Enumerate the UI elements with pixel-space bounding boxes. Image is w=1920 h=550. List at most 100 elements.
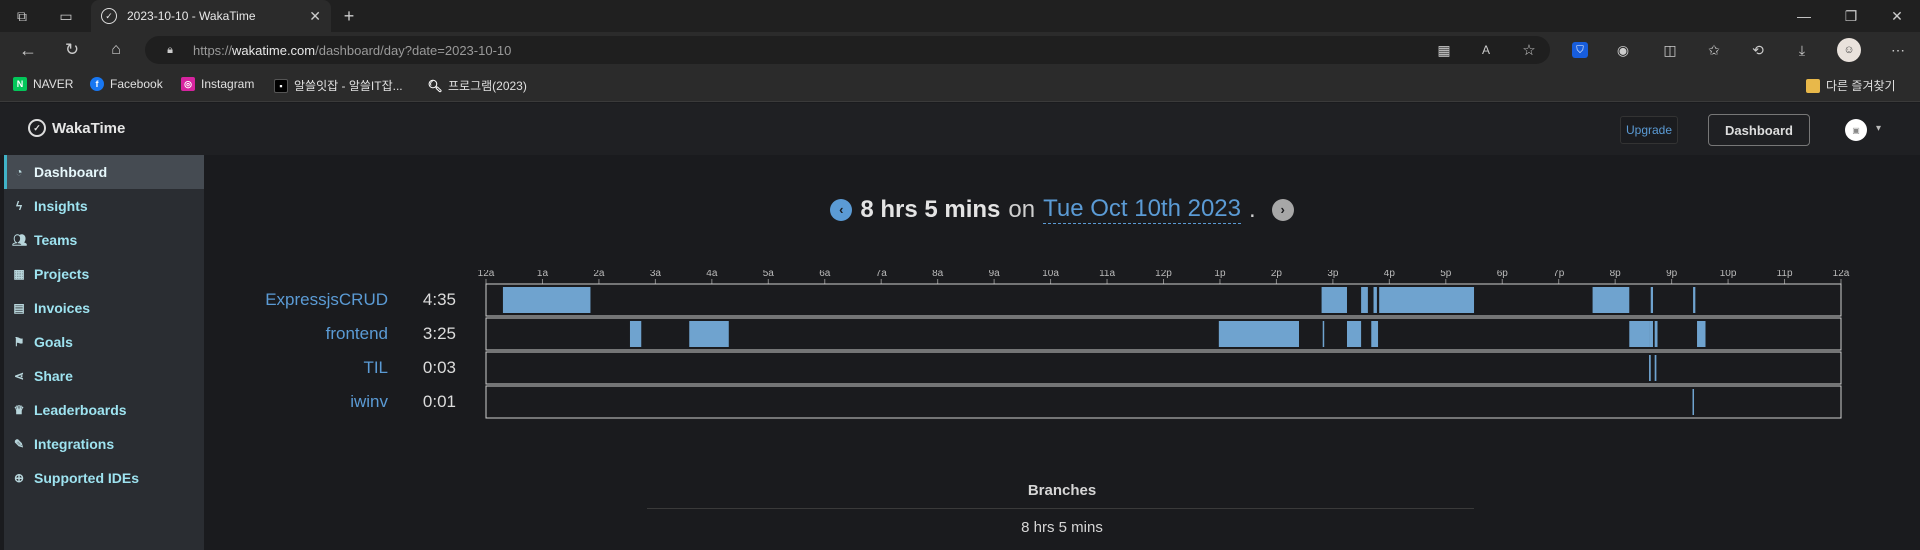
sidebar-item-label: Supported IDEs <box>34 470 140 486</box>
branches-title: Branches <box>1027 482 1097 499</box>
restore-icon[interactable]: ❐ <box>1843 8 1859 24</box>
back-icon[interactable]: ← <box>18 40 38 60</box>
sidebar-item-label: Projects <box>34 266 90 282</box>
sidebar-item-label: Integrations <box>34 436 115 452</box>
activity-segment <box>1361 287 1368 313</box>
project-duration: 0:01 <box>423 392 456 411</box>
sidebar-item-teams[interactable]: 👥︎ Teams <box>4 223 204 257</box>
activity-segment <box>1654 321 1658 347</box>
hour-tick-label: 3p <box>1327 270 1339 279</box>
sidebar-item-share[interactable]: ⋖ Share <box>4 359 204 393</box>
sidebar-item-supported-ides[interactable]: ⊕ Supported IDEs <box>4 461 204 495</box>
project-name-link[interactable]: ExpressjsCRUD <box>265 290 388 309</box>
activity-segment <box>1649 321 1653 347</box>
lock-icon[interactable]: 🔒︎ <box>163 43 177 57</box>
activity-segment <box>1373 287 1377 313</box>
activity-segment <box>1379 287 1475 313</box>
url-host: wakatime.com <box>232 42 316 58</box>
address-bar[interactable]: 🔒︎ https://wakatime.com/dashboard/day?da… <box>145 36 1550 64</box>
other-bookmarks[interactable]: 다른 즐겨찾기 <box>1806 77 1896 94</box>
sidebar-item-dashboard[interactable]: ◔ Dashboard <box>4 155 204 189</box>
sidebar-item-label: Leaderboards <box>34 402 127 418</box>
activity-segment <box>689 321 729 347</box>
bookmark-program[interactable]: 🔍︎ 프로그램(2023) <box>427 77 526 94</box>
sidebar-item-insights[interactable]: ϟ Insights <box>4 189 204 223</box>
hour-tick-label: 1p <box>1214 270 1226 279</box>
extension-icon[interactable]: ◉ <box>1614 42 1632 58</box>
project-name-link[interactable]: TIL <box>363 358 388 377</box>
bookmark-alsseul[interactable]: ▪ 알쓸잇잡 - 알쓸IT잡... <box>274 77 403 94</box>
read-aloud-icon[interactable]: A <box>1479 43 1493 57</box>
date-picker[interactable]: Tue Oct 10th 2023 <box>1043 195 1241 224</box>
sidebar-item-projects[interactable]: ▦ Projects <box>4 257 204 291</box>
bookmark-label: 다른 즐겨찾기 <box>1826 79 1896 93</box>
facebook-icon: f <box>90 77 104 91</box>
tab-actions-icon[interactable]: ▭ <box>58 8 74 24</box>
sidebar-item-invoices[interactable]: ▤ Invoices <box>4 291 204 325</box>
sidebar-item-leaderboards[interactable]: ♛ Leaderboards <box>4 393 204 427</box>
timeline-row-frame <box>485 351 1842 385</box>
project-name-link[interactable]: iwinv <box>350 392 388 411</box>
grid-icon: ▦ <box>13 267 25 281</box>
history-icon[interactable]: ⟲ <box>1750 42 1766 58</box>
activity-segment <box>1697 321 1706 347</box>
refresh-icon[interactable]: ↻ <box>62 40 82 60</box>
close-window-icon[interactable]: ✕ <box>1889 8 1905 24</box>
search-icon: 🔍︎ <box>427 78 443 93</box>
tab-title: 2023-10-10 - WakaTime <box>127 9 256 23</box>
site-icon: ▪ <box>274 78 288 93</box>
file-icon: ▤ <box>13 301 25 315</box>
workspaces-icon[interactable]: ⧉ <box>14 8 30 24</box>
split-screen-icon[interactable]: ◫ <box>1662 42 1678 58</box>
activity-segment <box>1592 287 1630 313</box>
previous-day-icon[interactable]: ‹ <box>830 198 853 221</box>
hour-tick-label: 7a <box>876 270 888 279</box>
sidebar-item-integrations[interactable]: ✎ Integrations <box>4 427 204 461</box>
close-tab-icon[interactable]: ✕ <box>309 8 321 25</box>
hour-tick-label: 12a <box>478 270 495 279</box>
dashboard-button[interactable]: Dashboard <box>1708 114 1810 146</box>
activity-segment <box>1654 355 1657 381</box>
activity-segment <box>502 287 591 313</box>
branches-total: 8 hrs 5 mins <box>1021 519 1103 536</box>
wrench-icon: ✎ <box>13 437 25 451</box>
activity-segment <box>1649 355 1651 381</box>
logo-text: WakaTime <box>52 119 126 137</box>
downloads-icon[interactable]: ⤓ <box>1794 42 1810 58</box>
browser-tab[interactable]: ✓ 2023-10-10 - WakaTime ✕ <box>91 0 331 32</box>
user-avatar[interactable]: ▣ <box>1845 119 1867 141</box>
home-icon[interactable]: ⌂ <box>106 40 126 60</box>
next-day-icon[interactable]: › <box>1271 198 1294 221</box>
favorite-star-icon[interactable]: ☆ <box>1521 42 1537 59</box>
upgrade-button[interactable]: Upgrade <box>1620 116 1678 144</box>
hour-tick-label: 9p <box>1666 270 1678 279</box>
more-menu-icon[interactable]: ⋯ <box>1890 42 1906 58</box>
project-name-link[interactable]: frontend <box>326 324 388 343</box>
profile-avatar-icon[interactable]: ☺ <box>1837 38 1861 62</box>
activity-segment <box>1692 389 1695 415</box>
wakatime-logo[interactable]: ✓ WakaTime <box>28 119 125 137</box>
bitwarden-icon[interactable]: ⛉ <box>1572 42 1588 58</box>
hour-tick-label: 10a <box>1042 270 1059 279</box>
activity-segment <box>1346 321 1362 347</box>
hour-tick-label: 5a <box>763 270 775 279</box>
favorites-icon[interactable]: ✩ <box>1706 42 1722 58</box>
timeline-row-frame <box>485 283 1842 317</box>
wakatime-favicon-icon: ✓ <box>101 8 117 24</box>
minimize-icon[interactable]: — <box>1796 8 1812 24</box>
dashboard-icon: ◔ <box>15 165 23 179</box>
sidebar-item-goals[interactable]: ⚑ Goals <box>4 325 204 359</box>
activity-segment <box>1218 321 1299 347</box>
chevron-down-icon[interactable]: ▾ <box>1876 123 1881 134</box>
bookmark-naver[interactable]: N NAVER <box>13 77 73 91</box>
bookmark-instagram[interactable]: ◎ Instagram <box>181 77 254 91</box>
new-tab-icon[interactable]: + <box>340 6 358 26</box>
app-available-icon[interactable]: ▦ <box>1437 42 1451 58</box>
bookmark-facebook[interactable]: f Facebook <box>90 77 163 91</box>
hour-tick-label: 5p <box>1440 270 1452 279</box>
bookmark-label: NAVER <box>33 77 74 91</box>
activity-segment <box>1629 321 1650 347</box>
activity-segment <box>1650 287 1653 313</box>
hour-tick-label: 8a <box>932 270 944 279</box>
hour-tick-label: 12a <box>1833 270 1850 279</box>
